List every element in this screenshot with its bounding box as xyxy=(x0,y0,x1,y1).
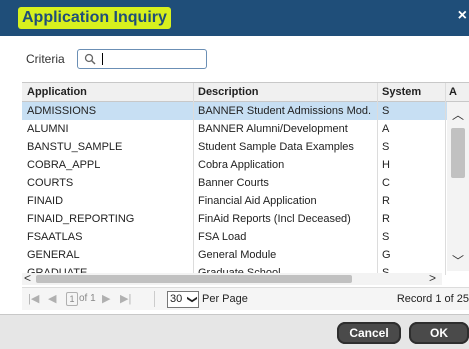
cell-application: FINAID_REPORTING xyxy=(27,213,135,225)
page-of-label: of 1 xyxy=(79,293,96,304)
last-page-icon[interactable]: ▶| xyxy=(120,292,131,305)
cell-system: G xyxy=(382,249,391,261)
col-header-a[interactable]: A xyxy=(449,86,457,98)
previous-page-icon[interactable]: ◀ xyxy=(48,292,56,305)
cell-application: FSAATLAS xyxy=(27,231,83,243)
cell-application: ALUMNI xyxy=(27,123,69,135)
search-icon xyxy=(84,53,96,65)
close-icon[interactable]: × xyxy=(458,8,467,24)
horizontal-scrollbar[interactable]: < > xyxy=(22,271,442,285)
table-row[interactable]: ADMISSIONS BANNER Student Admissions Mod… xyxy=(22,102,447,121)
cell-description: Financial Aid Application xyxy=(198,195,317,207)
cell-system: C xyxy=(382,177,390,189)
cell-system: S xyxy=(382,141,390,153)
application-grid: Application Description System A ADMISSI… xyxy=(22,82,469,275)
table-row[interactable]: COURTS Banner Courts C xyxy=(22,174,447,193)
scroll-up-icon[interactable]: ︿ xyxy=(452,106,464,123)
vertical-scrollbar[interactable]: ︿ ﹀ xyxy=(447,102,469,271)
column-divider xyxy=(193,83,194,275)
col-header-system[interactable]: System xyxy=(382,86,421,98)
column-divider xyxy=(377,83,378,275)
per-page-label: Per Page xyxy=(202,293,248,305)
pager-divider xyxy=(154,291,155,307)
cell-system: R xyxy=(382,213,390,225)
criteria-label: Criteria xyxy=(26,52,65,66)
table-row[interactable]: BANSTU_SAMPLE Student Sample Data Exampl… xyxy=(22,138,447,157)
cell-application: ADMISSIONS xyxy=(27,105,97,117)
grid-header: Application Description System A xyxy=(22,83,469,102)
first-page-icon[interactable]: |◀ xyxy=(28,292,39,305)
cell-system: R xyxy=(382,195,390,207)
cell-description: FSA Load xyxy=(198,231,247,243)
record-count: Record 1 of 25 xyxy=(396,293,469,305)
next-page-icon[interactable]: ▶ xyxy=(102,292,110,305)
horizontal-scroll-thumb[interactable] xyxy=(36,275,352,283)
chevron-down-icon: ❯ xyxy=(186,295,198,304)
page-number-input[interactable]: 1 xyxy=(66,292,78,306)
cell-system: A xyxy=(382,123,390,135)
cell-description: BANNER Alumni/Development xyxy=(198,123,348,135)
cell-application: FINAID xyxy=(27,195,64,207)
cell-system: H xyxy=(382,159,390,171)
vertical-scroll-thumb[interactable] xyxy=(451,128,465,178)
cell-description: Student Sample Data Examples xyxy=(198,141,354,153)
dialog-footer: Cancel OK xyxy=(0,314,469,349)
table-row[interactable]: FINAID_REPORTING FinAid Reports (Incl De… xyxy=(22,210,447,229)
table-row[interactable]: FSAATLAS FSA Load S xyxy=(22,228,447,247)
pagination-bar: |◀ ◀ 1 of 1 ▶ ▶| 30 ❯ Per Page Record 1 … xyxy=(22,287,469,310)
table-row[interactable]: ALUMNI BANNER Alumni/Development A xyxy=(22,120,447,139)
cell-description: Cobra Application xyxy=(198,159,285,171)
scroll-left-icon[interactable]: < xyxy=(24,271,31,285)
cell-description: BANNER Student Admissions Mod. xyxy=(198,105,372,117)
cell-description: Banner Courts xyxy=(198,177,269,189)
column-divider xyxy=(445,83,446,275)
table-row[interactable]: GENERAL General Module G xyxy=(22,246,447,265)
cell-description: General Module xyxy=(198,249,277,261)
title-highlight: Application Inquiry xyxy=(18,7,171,29)
cell-system: S xyxy=(382,105,390,117)
cell-application: COURTS xyxy=(27,177,74,189)
cell-application: GENERAL xyxy=(27,249,80,261)
cell-application: BANSTU_SAMPLE xyxy=(27,141,123,153)
ok-button[interactable]: OK xyxy=(409,322,469,344)
per-page-value: 30 xyxy=(170,293,183,305)
per-page-select[interactable]: 30 ❯ xyxy=(167,291,199,308)
cell-application: COBRA_APPL xyxy=(27,159,101,171)
cell-description: FinAid Reports (Incl Deceased) xyxy=(198,213,351,225)
criteria-search-input[interactable] xyxy=(77,49,207,69)
dialog-title-bar: Application Inquiry × xyxy=(0,0,469,36)
scroll-down-icon[interactable]: ﹀ xyxy=(452,252,464,269)
col-header-application[interactable]: Application xyxy=(27,86,87,98)
col-header-description[interactable]: Description xyxy=(198,86,259,98)
text-caret xyxy=(102,53,103,65)
scroll-right-icon[interactable]: > xyxy=(429,271,436,285)
table-row[interactable]: COBRA_APPL Cobra Application H xyxy=(22,156,447,175)
cell-system: S xyxy=(382,231,390,243)
dialog-title: Application Inquiry xyxy=(22,9,167,26)
table-row[interactable]: FINAID Financial Aid Application R xyxy=(22,192,447,211)
cancel-button[interactable]: Cancel xyxy=(337,322,401,344)
